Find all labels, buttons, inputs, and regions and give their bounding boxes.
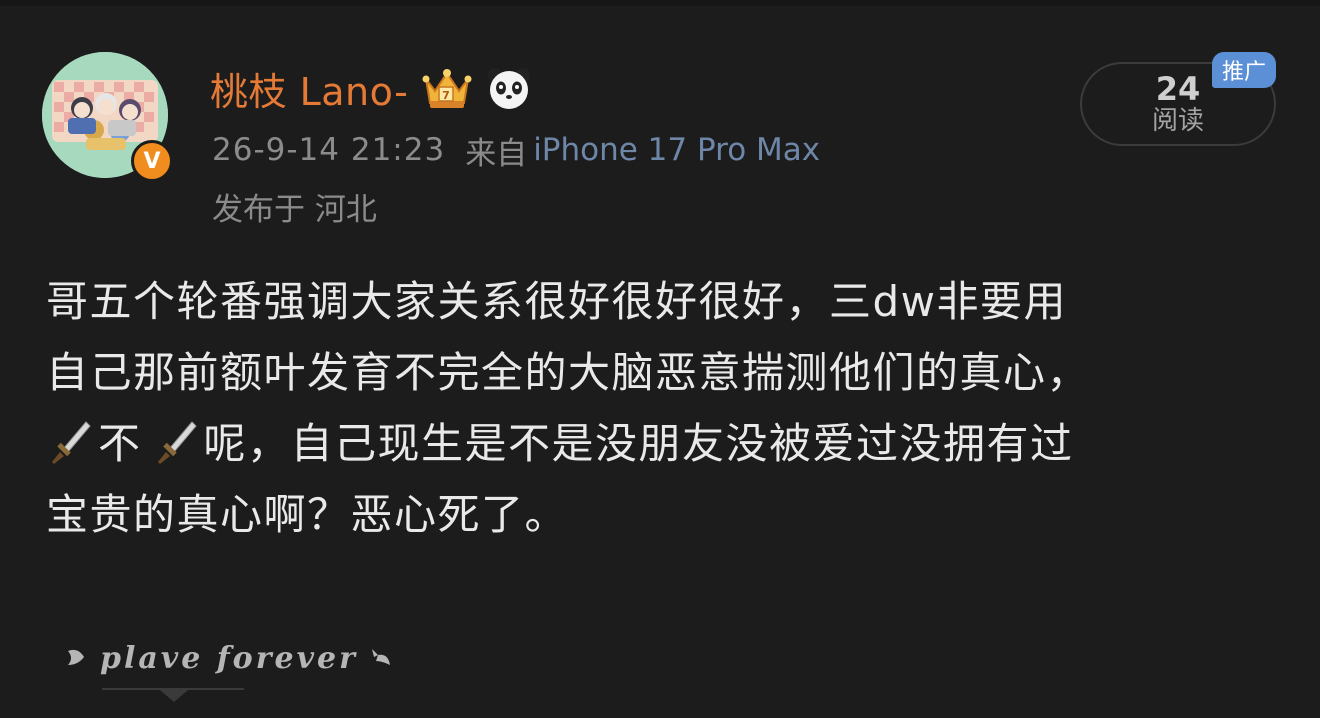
post-location: 发布于 河北 bbox=[212, 192, 377, 228]
promote-tag[interactable]: 推广 bbox=[1212, 52, 1276, 88]
dagger-icon bbox=[152, 414, 198, 464]
dagger-icon bbox=[46, 414, 92, 464]
post-line-3-mid: 不 bbox=[98, 419, 142, 468]
signature-text: plave forever bbox=[100, 640, 358, 676]
post-body: 哥五个轮番强调大家关系很好很好很好，三dw非要用 自己那前额叶发育不完全的大脑恶… bbox=[46, 266, 1286, 550]
from-label: 来自 bbox=[465, 135, 528, 172]
verified-badge-icon: V bbox=[131, 140, 173, 182]
verified-mark: V bbox=[143, 148, 161, 174]
ribbon-left-icon bbox=[64, 645, 90, 671]
top-divider bbox=[0, 0, 1320, 6]
signature: plave forever bbox=[64, 636, 394, 680]
post-line-3-text: 呢，自己现生是不是没朋友没被爱过没拥有过 bbox=[203, 419, 1074, 468]
post-timestamp: 26-9-14 21:23 bbox=[212, 132, 446, 168]
crown-icon[interactable]: 7 bbox=[422, 65, 472, 111]
author-row: 桃枝 Lano- 7 bbox=[210, 62, 536, 114]
post-meta: 26-9-14 21:23 来自 iPhone 17 Pro Max bbox=[212, 128, 820, 172]
device-link[interactable]: iPhone 17 Pro Max bbox=[533, 132, 820, 168]
read-label: 阅读 bbox=[1151, 106, 1204, 136]
post-line-4: 宝贵的真心啊？恶心死了。 bbox=[46, 490, 569, 539]
svg-text:7: 7 bbox=[442, 89, 450, 102]
post-line-2: 自己那前额叶发育不完全的大脑恶意揣测他们的真心， bbox=[46, 348, 1091, 397]
author-name[interactable]: 桃枝 Lano- bbox=[210, 61, 408, 116]
ribbon-right-icon bbox=[368, 645, 394, 671]
signature-caret-icon bbox=[160, 690, 188, 702]
post-line-3: 不 呢，自己现生是不是没朋友没被爱过没拥有过 bbox=[46, 408, 1286, 479]
post-line-1: 哥五个轮番强调大家关系很好很好很好，三dw非要用 bbox=[46, 277, 1068, 326]
read-count: 24 bbox=[1155, 70, 1201, 108]
panda-icon[interactable] bbox=[486, 65, 536, 111]
